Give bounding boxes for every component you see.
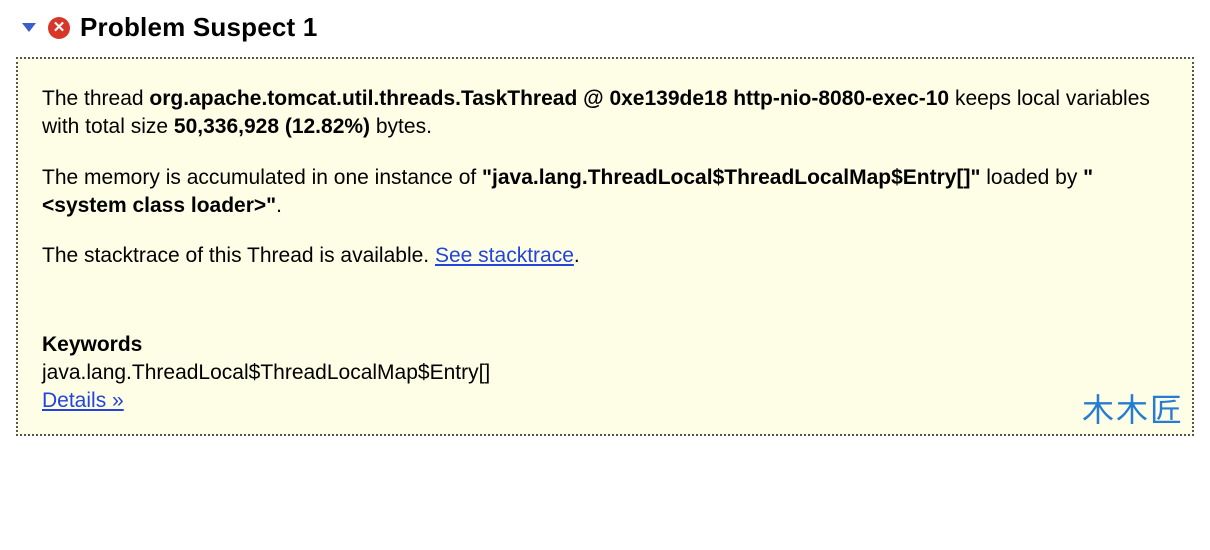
error-icon: ✕	[48, 17, 70, 39]
problem-description-2: The memory is accumulated in one instanc…	[42, 164, 1168, 221]
problem-description-1: The thread org.apache.tomcat.util.thread…	[42, 85, 1168, 142]
see-stacktrace-link[interactable]: See stacktrace	[435, 244, 574, 267]
problem-panel: The thread org.apache.tomcat.util.thread…	[16, 57, 1194, 436]
text: .	[574, 244, 580, 267]
keywords-value: java.lang.ThreadLocal$ThreadLocalMap$Ent…	[42, 359, 1168, 387]
text: .	[276, 194, 282, 217]
watermark-text: 木木匠	[1082, 389, 1184, 432]
text: The thread	[42, 87, 149, 110]
details-link[interactable]: Details »	[42, 389, 124, 412]
thread-name: org.apache.tomcat.util.threads.TaskThrea…	[149, 87, 949, 110]
accumulated-class: "java.lang.ThreadLocal$ThreadLocalMap$En…	[482, 166, 980, 189]
text: bytes.	[370, 115, 432, 138]
error-icon-glyph: ✕	[53, 20, 66, 35]
text: The stacktrace of this Thread is availab…	[42, 244, 435, 267]
section-header: ✕ Problem Suspect 1	[16, 12, 1194, 43]
retained-size: 50,336,928 (12.82%)	[174, 115, 370, 138]
keywords-label: Keywords	[42, 331, 1168, 359]
text: loaded by	[980, 166, 1083, 189]
stacktrace-line: The stacktrace of this Thread is availab…	[42, 242, 1168, 270]
section-title: Problem Suspect 1	[80, 12, 317, 43]
collapse-toggle-icon[interactable]	[22, 23, 36, 32]
keywords-block: Keywords java.lang.ThreadLocal$ThreadLoc…	[42, 331, 1168, 416]
text: The memory is accumulated in one instanc…	[42, 166, 482, 189]
